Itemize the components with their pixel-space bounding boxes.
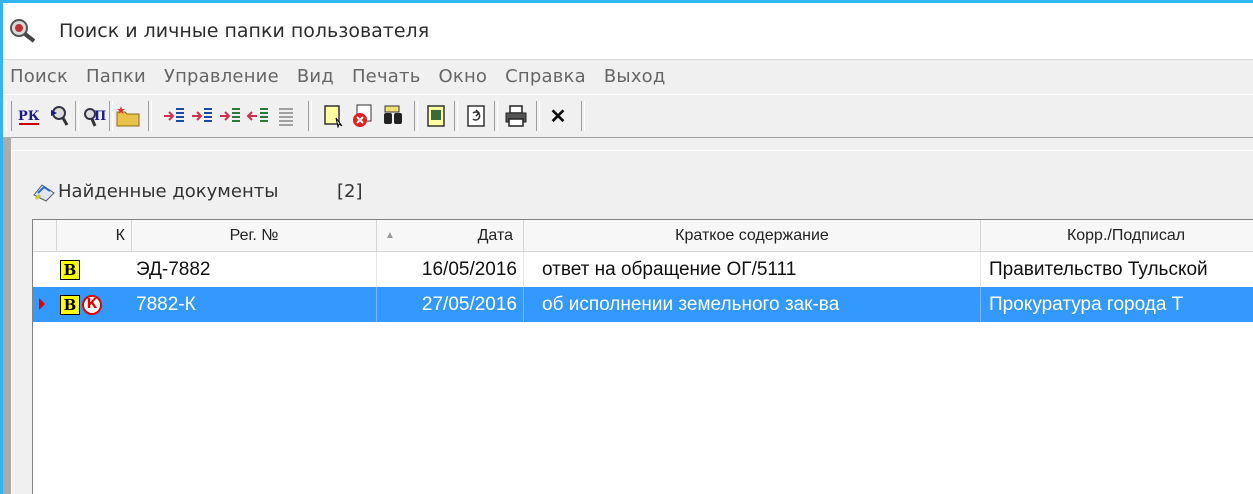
header-k[interactable]: К [57, 220, 132, 251]
svg-text:П: П [94, 109, 106, 124]
menu-bar: Поиск Папки Управление Вид Печать Окно С… [3, 60, 1253, 93]
print-button[interactable] [503, 102, 529, 130]
toolbar-separator [109, 101, 113, 131]
reg-no-cell: 7882-К [132, 287, 377, 322]
doc-select-button[interactable] [321, 102, 347, 130]
incoming-badge: В [60, 295, 80, 315]
toolbar-separator [454, 101, 458, 131]
title-bar[interactable]: Поиск и личные папки пользователя [3, 3, 1253, 60]
list-button[interactable] [273, 102, 299, 130]
table-row-selected[interactable]: В К 7882-К 27/05/2016 об исполнении земе… [33, 287, 1253, 322]
search-doc-button[interactable] [46, 102, 72, 130]
menu-exit[interactable]: Выход [595, 66, 675, 87]
search-doc-icon [51, 106, 69, 126]
printer-icon [505, 105, 527, 127]
doc-delete-button[interactable] [351, 102, 377, 130]
close-icon: ✕ [549, 105, 567, 128]
date-cell: 16/05/2016 [377, 252, 524, 287]
new-folder-button[interactable] [115, 102, 141, 130]
documents-table[interactable]: К Рег. № ▲ Дата Краткое содержание Корр.… [32, 219, 1253, 494]
panel-title: Найденные документы [58, 181, 279, 202]
row-pointer-icon [39, 298, 45, 310]
toolbar-separator [414, 101, 418, 131]
toolbar-separator [536, 101, 540, 131]
move-all-right-button[interactable] [217, 102, 243, 130]
header-date: Дата [477, 227, 513, 244]
summary-cell: об исполнении земельного зак-ва [524, 287, 981, 322]
list-icon [279, 108, 293, 126]
binoculars-icon [384, 105, 402, 124]
header-summary[interactable]: Краткое содержание [524, 220, 981, 251]
move-left-button[interactable] [189, 102, 215, 130]
sort-ascending-icon: ▲ [385, 230, 395, 241]
menu-folders[interactable]: Папки [77, 66, 155, 87]
app-window: Поиск и личные папки пользователя Поиск … [3, 3, 1253, 494]
doc-view-icon [427, 105, 445, 127]
result-count: [2] [337, 181, 363, 202]
found-documents-panel: Найденные документы [2] К Рег. № ▲ Дата … [11, 150, 1253, 494]
toolbar-grip[interactable] [6, 101, 12, 131]
svg-text:РК: РК [18, 109, 40, 124]
move-right-button[interactable] [161, 102, 187, 130]
toolbar: РК П ✕ [3, 94, 1253, 138]
window-title: Поиск и личные папки пользователя [59, 20, 430, 42]
doc-view-button[interactable] [423, 102, 449, 130]
move-right-icon [164, 108, 184, 122]
documents-icon [33, 184, 55, 202]
menu-view[interactable]: Вид [288, 66, 343, 87]
incoming-badge: В [60, 260, 80, 280]
table-header: К Рег. № ▲ Дата Краткое содержание Корр.… [33, 220, 1253, 252]
toolbar-separator [148, 101, 152, 131]
close-button[interactable]: ✕ [545, 102, 571, 130]
menu-help[interactable]: Справка [496, 66, 595, 87]
project-search-button[interactable]: П [81, 102, 107, 130]
new-folder-icon [116, 106, 140, 127]
correspondent-cell: Прокуратура города Т [989, 294, 1184, 315]
toolbar-separator [308, 101, 312, 131]
table-row[interactable]: В ЭД-7882 16/05/2016 ответ на обращение … [33, 252, 1253, 287]
mdi-client-border [3, 137, 11, 494]
control-badge: К [82, 295, 102, 315]
summary-cell: ответ на обращение ОГ/5111 [524, 252, 981, 287]
menu-print[interactable]: Печать [343, 66, 430, 87]
toolbar-separator [75, 101, 79, 131]
menu-window[interactable]: Окно [430, 66, 497, 87]
menu-management[interactable]: Управление [155, 66, 288, 87]
move-all-left-button[interactable] [245, 102, 271, 130]
doc-select-icon [324, 105, 343, 128]
doc-refresh-button[interactable] [463, 102, 489, 130]
toolbar-separator [581, 101, 585, 131]
find-button[interactable] [381, 102, 407, 130]
date-cell: 27/05/2016 [377, 287, 524, 322]
header-reg-no[interactable]: Рег. № [132, 220, 377, 251]
move-all-left-icon [246, 108, 268, 122]
rk-search-button[interactable]: РК [17, 102, 43, 130]
header-indicator [33, 220, 57, 251]
header-correspondent[interactable]: Корр./Подписал [981, 220, 1253, 251]
doc-refresh-icon [467, 105, 485, 127]
magnifier-icon [10, 19, 36, 43]
move-all-right-icon [220, 108, 240, 122]
toolbar-separator [494, 101, 498, 131]
reg-no-cell: ЭД-7882 [132, 252, 377, 287]
move-left-icon [192, 108, 212, 122]
rk-search-icon: РК [18, 109, 40, 125]
project-search-icon: П [84, 108, 106, 127]
doc-delete-icon [353, 104, 372, 127]
menu-search[interactable]: Поиск [3, 66, 77, 87]
correspondent-cell: Правительство Тульской [989, 259, 1208, 280]
header-date-cell[interactable]: ▲ Дата [377, 220, 524, 251]
